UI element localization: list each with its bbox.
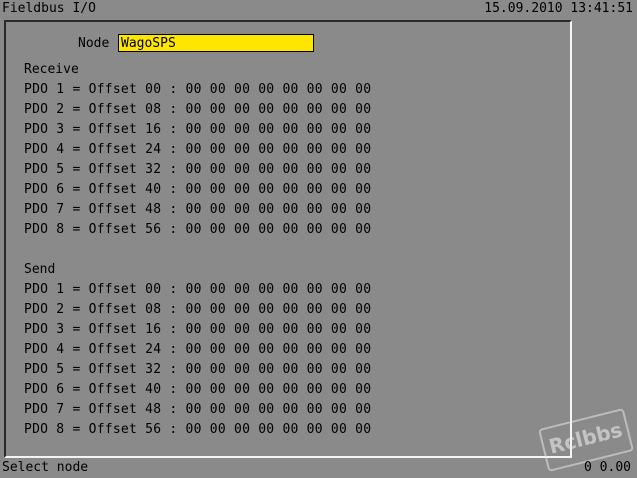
send-pdo-row: PDO 7 = Offset 48 : 00 00 00 00 00 00 00… <box>24 402 372 417</box>
receive-pdo-row: PDO 2 = Offset 08 : 00 00 00 00 00 00 00… <box>24 102 372 117</box>
receive-pdo-row: PDO 6 = Offset 40 : 00 00 00 00 00 00 00… <box>24 182 372 197</box>
receive-pdo-list: PDO 1 = Offset 00 : 00 00 00 00 00 00 00… <box>24 80 371 240</box>
status-bar: Select node 0 0.00 <box>0 458 637 478</box>
send-pdo-row: PDO 3 = Offset 16 : 00 00 00 00 00 00 00… <box>24 322 372 337</box>
send-pdo-row: PDO 6 = Offset 40 : 00 00 00 00 00 00 00… <box>24 382 372 397</box>
title-bar: Fieldbus I/O 15.09.2010 13:41:51 <box>0 0 637 18</box>
status-value: 0 0.00 <box>584 460 631 475</box>
receive-pdo-row: PDO 7 = Offset 48 : 00 00 00 00 00 00 00… <box>24 202 372 217</box>
main-panel: Node Receive PDO 1 = Offset 00 : 00 00 0… <box>4 20 572 458</box>
send-pdo-row: PDO 4 = Offset 24 : 00 00 00 00 00 00 00… <box>24 342 372 357</box>
send-pdo-row: PDO 2 = Offset 08 : 00 00 00 00 00 00 00… <box>24 302 372 317</box>
receive-pdo-row: PDO 5 = Offset 32 : 00 00 00 00 00 00 00… <box>24 162 372 177</box>
receive-pdo-row: PDO 1 = Offset 00 : 00 00 00 00 00 00 00… <box>24 82 372 97</box>
datetime-display: 15.09.2010 13:41:51 <box>484 1 633 16</box>
receive-section-title: Receive <box>24 62 79 77</box>
node-input[interactable] <box>118 34 314 52</box>
send-pdo-row: PDO 5 = Offset 32 : 00 00 00 00 00 00 00… <box>24 362 372 377</box>
receive-pdo-row: PDO 8 = Offset 56 : 00 00 00 00 00 00 00… <box>24 222 372 237</box>
status-message: Select node <box>2 460 89 475</box>
send-pdo-row: PDO 1 = Offset 00 : 00 00 00 00 00 00 00… <box>24 282 372 297</box>
window-title: Fieldbus I/O <box>2 1 96 16</box>
send-section-title: Send <box>24 262 56 277</box>
node-label: Node <box>78 36 110 51</box>
receive-pdo-row: PDO 4 = Offset 24 : 00 00 00 00 00 00 00… <box>24 142 372 157</box>
receive-pdo-row: PDO 3 = Offset 16 : 00 00 00 00 00 00 00… <box>24 122 372 137</box>
send-pdo-list: PDO 1 = Offset 00 : 00 00 00 00 00 00 00… <box>24 280 371 440</box>
send-pdo-row: PDO 8 = Offset 56 : 00 00 00 00 00 00 00… <box>24 422 372 437</box>
